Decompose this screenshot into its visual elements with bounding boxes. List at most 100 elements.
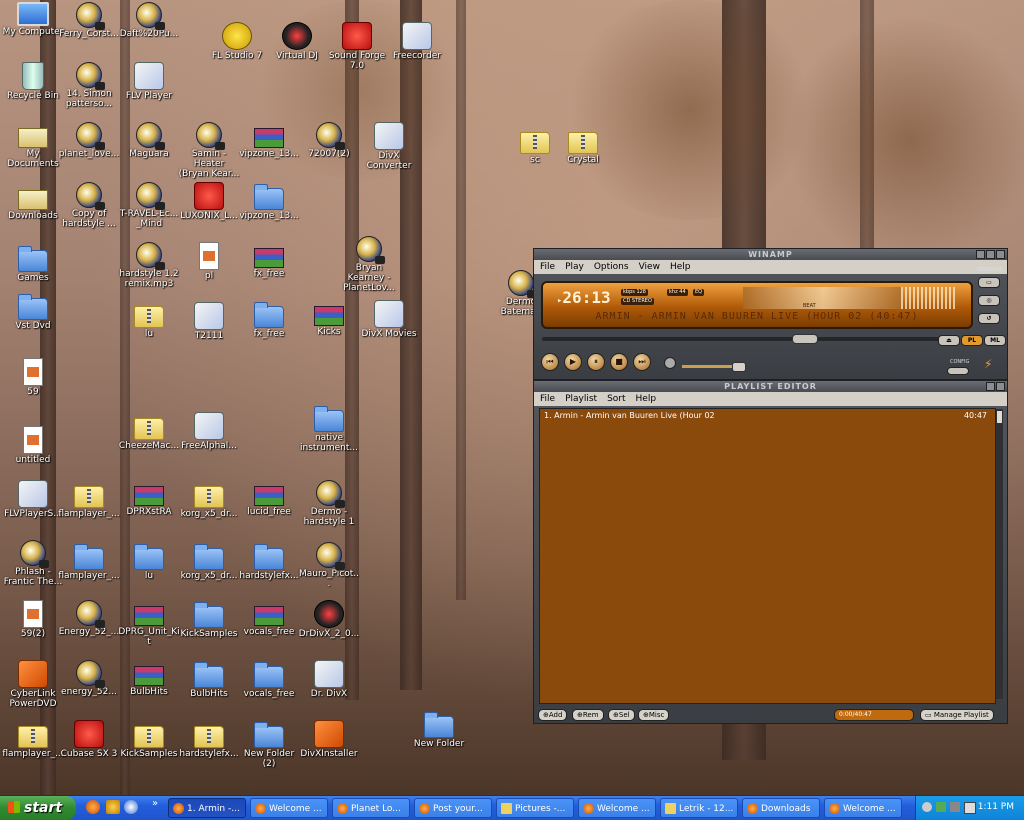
- taskbar-button[interactable]: Welcome ...: [250, 798, 328, 818]
- desktop-icon[interactable]: LUXONIX_L...: [178, 182, 240, 221]
- desktop-icon[interactable]: Crystal: [552, 126, 614, 165]
- desktop[interactable]: My Computer Ferry_Corst... Daft%20Pu... FL …: [0, 0, 1024, 795]
- desktop-icon[interactable]: flamplayer_...: [58, 480, 120, 519]
- desktop-icon[interactable]: Energy_52_...: [58, 600, 120, 637]
- menu-help[interactable]: Help: [670, 260, 691, 274]
- pl-menu-playlist[interactable]: Playlist: [565, 392, 597, 406]
- desktop-icon[interactable]: Daft%20Pu...: [118, 2, 180, 39]
- desktop-icon[interactable]: hardstylefx...: [178, 720, 240, 759]
- clock[interactable]: 1:11 PM: [978, 802, 1014, 812]
- desktop-icon[interactable]: lu: [118, 300, 180, 339]
- desktop-icon[interactable]: Recycle Bin: [2, 62, 64, 101]
- desktop-icon[interactable]: Cubase SX 3: [58, 720, 120, 759]
- desktop-icon[interactable]: Ferry_Corst...: [58, 2, 120, 39]
- remove-button[interactable]: ⊕Rem: [572, 709, 604, 721]
- desktop-icon[interactable]: BulbHits: [118, 660, 180, 697]
- start-button[interactable]: start: [0, 796, 76, 820]
- network-icon[interactable]: [936, 802, 946, 812]
- desktop-icon[interactable]: 14. Simon patterso...: [58, 62, 120, 109]
- desktop-icon[interactable]: T2111: [178, 302, 240, 341]
- desktop-icon[interactable]: DrDivX_2_0...: [298, 600, 360, 639]
- desktop-icon[interactable]: DivXInstaller: [298, 720, 360, 759]
- repeat-button[interactable]: ↺: [978, 313, 1000, 324]
- seek-bar[interactable]: [542, 334, 956, 344]
- desktop-icon[interactable]: Games: [2, 244, 64, 283]
- scrollbar-thumb[interactable]: [997, 411, 1002, 423]
- desktop-icon[interactable]: vocals_free: [238, 600, 300, 637]
- taskbar-button[interactable]: Welcome ...: [824, 798, 902, 818]
- winamp-display[interactable]: ▸26:13 kbps 128 CD STEREO khz 44 EQ BEAT…: [541, 281, 973, 329]
- desktop-icon[interactable]: KickSamples: [118, 720, 180, 759]
- desktop-icon[interactable]: New Folder (2): [238, 720, 300, 769]
- next-button[interactable]: ⏭: [633, 353, 651, 371]
- desktop-icon[interactable]: pl: [178, 242, 240, 281]
- desktop-icon[interactable]: planet_love...: [58, 122, 120, 159]
- desktop-icon[interactable]: CyberLink PowerDVD: [2, 660, 64, 709]
- desktop-icon[interactable]: vocals_free: [238, 660, 300, 699]
- desktop-icon[interactable]: lucid_free: [238, 480, 300, 517]
- add-button[interactable]: ⊕Add: [538, 709, 568, 721]
- taskbar-button[interactable]: 1. Armin -...: [168, 798, 246, 818]
- desktop-icon[interactable]: 72007(2): [298, 122, 360, 159]
- desktop-icon[interactable]: Mauro_Picot...: [298, 542, 360, 589]
- taskbar-button[interactable]: Pictures -...: [496, 798, 574, 818]
- playlist-editor-window[interactable]: PLAYLIST EDITOR File Playlist Sort Help …: [533, 380, 1008, 724]
- previous-button[interactable]: ⏮: [541, 353, 559, 371]
- menu-options[interactable]: Options: [594, 260, 629, 274]
- desktop-icon[interactable]: Maguara: [118, 122, 180, 159]
- seek-thumb[interactable]: [792, 334, 818, 344]
- desktop-icon[interactable]: Vst Dvd: [2, 292, 64, 331]
- desktop-icon[interactable]: korg_x5_dr...: [178, 480, 240, 519]
- eject-button[interactable]: ⏏: [938, 335, 960, 346]
- minimize-button[interactable]: [976, 250, 985, 259]
- desktop-icon[interactable]: fx_free: [238, 242, 300, 279]
- security-icon[interactable]: [964, 802, 976, 814]
- desktop-icon[interactable]: lu: [118, 542, 180, 581]
- menu-play[interactable]: Play: [565, 260, 584, 274]
- close-button[interactable]: [996, 250, 1005, 259]
- desktop-icon[interactable]: My Documents: [2, 122, 64, 169]
- lightning-icon[interactable]: ⚡: [984, 357, 992, 371]
- spectrum-analyzer[interactable]: [901, 287, 955, 309]
- desktop-icon[interactable]: BulbHits: [178, 660, 240, 699]
- desktop-icon[interactable]: Virtual DJ: [266, 22, 328, 61]
- winamp-titlebar[interactable]: WINAMP: [534, 249, 1007, 260]
- desktop-icon[interactable]: DivX Converter: [358, 122, 420, 171]
- desktop-icon[interactable]: vipzone_13...: [238, 182, 300, 221]
- desktop-icon[interactable]: native instrument...: [298, 404, 360, 453]
- pause-button[interactable]: ⏸: [587, 353, 605, 371]
- show-hidden-icons[interactable]: [922, 802, 932, 812]
- desktop-icon[interactable]: Samin - Heater (Bryan Kear...: [178, 122, 240, 179]
- winamp-quicklaunch-icon[interactable]: [106, 800, 120, 814]
- volume-thumb[interactable]: [732, 362, 746, 372]
- config-button[interactable]: [947, 367, 969, 375]
- desktop-icon[interactable]: flamplayer_...: [2, 720, 64, 759]
- volume-slider[interactable]: [682, 362, 746, 372]
- desktop-icon[interactable]: My Computer: [2, 2, 64, 37]
- desktop-icon[interactable]: flamplayer_...: [58, 542, 120, 581]
- taskbar-button[interactable]: Welcome ...: [578, 798, 656, 818]
- playlist-close-button[interactable]: [996, 382, 1005, 391]
- desktop-icon[interactable]: T-RAVEL-Ec... _Mind: [118, 182, 180, 229]
- desktop-icon[interactable]: FreeAlphal...: [178, 412, 240, 451]
- taskbar-button[interactable]: Letrik - 12...: [660, 798, 738, 818]
- quicklaunch-overflow[interactable]: »: [152, 798, 158, 809]
- desktop-icon[interactable]: DPRG_Unit_Kit: [118, 600, 180, 647]
- playlist-scrollbar[interactable]: [996, 409, 1003, 699]
- desktop-icon[interactable]: FL Studio 7: [206, 22, 268, 61]
- desktop-icon[interactable]: hardstylefx...: [238, 542, 300, 581]
- manage-playlist-button[interactable]: ▭ Manage Playlist: [920, 709, 994, 721]
- desktop-icon[interactable]: CheezeMac...: [118, 412, 180, 451]
- playlist-toggle[interactable]: PL: [961, 335, 983, 346]
- media-library-toggle[interactable]: ML: [984, 335, 1006, 346]
- desktop-icon[interactable]: FLV Player: [118, 62, 180, 101]
- playlist-item[interactable]: 1. Armin - Armin van Buuren Live (Hour 0…: [540, 409, 995, 420]
- desktop-icon[interactable]: Copy of hardstyle ...: [58, 182, 120, 229]
- firefox-quicklaunch-icon[interactable]: [86, 800, 100, 814]
- playlist-titlebar[interactable]: PLAYLIST EDITOR: [534, 381, 1007, 392]
- desktop-icon[interactable]: DPRXstRA: [118, 480, 180, 517]
- desktop-icon[interactable]: Kicks: [298, 300, 360, 337]
- desktop-icon[interactable]: 59(2): [2, 600, 64, 639]
- taskbar-button[interactable]: Planet Lo...: [332, 798, 410, 818]
- time-display[interactable]: ▸26:13: [557, 288, 611, 307]
